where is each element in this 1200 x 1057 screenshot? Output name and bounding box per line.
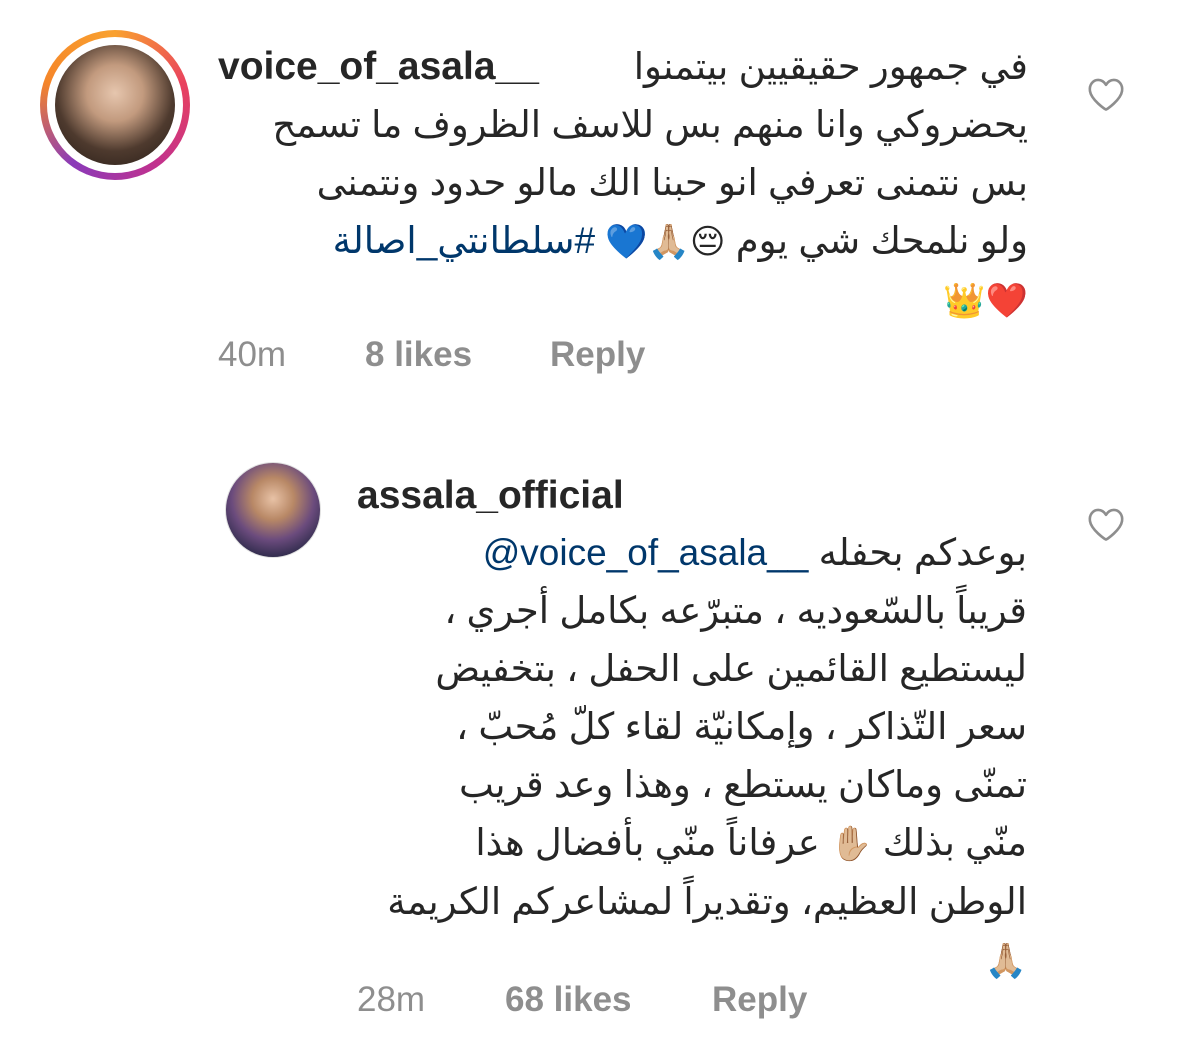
comment-assala-official: assala_official بوعدكم بحفله @voice_of_a… — [0, 440, 1200, 1040]
avatar[interactable] — [55, 45, 175, 165]
comment-text-line: تمنّى وماكان يستطع ، وهذا وعد قريب — [458, 764, 1027, 805]
comment-text-line-5: ❤️👑 — [218, 271, 1028, 330]
comment-text-line: ليستطيع القائمين على الحفل ، بتخفيض — [435, 648, 1027, 689]
comment-text-line: سعر التّذاكر ، وإمكانيّة لقاء كلّ مُحبّ … — [456, 706, 1027, 747]
comment-text: منّي بذلك — [882, 822, 1027, 863]
pray-emoji: 🙏🏼 — [984, 941, 1027, 981]
likes-count[interactable]: 68 likes — [505, 980, 712, 1020]
comment-text: ولو نلمحك شي يوم — [735, 220, 1028, 261]
comment-voice-of-asala: voice_of_asala__ في جمهور حقيقيين بيتمنو… — [0, 0, 1200, 400]
comment-meta: 40m 8 likes Reply — [218, 335, 645, 375]
mention-link[interactable]: @voice_of_asala__ — [483, 532, 809, 573]
comment-text-line: بس نتمنى تعرفي انو حبنا الك مالو حدود ون… — [316, 162, 1028, 203]
like-heart-icon[interactable] — [1086, 506, 1126, 542]
comment-body: assala_official بوعدكم بحفله @voice_of_a… — [357, 470, 1027, 990]
reply-button[interactable]: Reply — [712, 980, 807, 1020]
reply-button[interactable]: Reply — [550, 335, 645, 375]
emojis-sad-pray-blue-heart: 😔🙏🏼💙 — [605, 222, 726, 262]
timestamp: 40m — [218, 335, 287, 374]
username[interactable]: assala_official — [357, 470, 1027, 522]
comment-text: عرفاناً منّي بأفضال هذا — [475, 822, 820, 863]
raised-hand-emoji: ✋🏼 — [830, 824, 873, 864]
timestamp: 28m — [357, 980, 426, 1019]
comment-text-line: يحضروكي وانا منهم بس للاسف الظروف ما تسم… — [272, 104, 1028, 145]
username[interactable]: voice_of_asala__ — [218, 41, 539, 93]
avatar[interactable] — [225, 462, 321, 558]
comment-text-line-4: ولو نلمحك شي يوم 😔🙏🏼💙 #سلطانتي_اصالة — [218, 212, 1028, 271]
comment-text: بوعدكم بحفله — [818, 532, 1027, 573]
comment-text-line-1: بوعدكم بحفله @voice_of_asala__ — [357, 524, 1027, 582]
emojis-heart-crown: ❤️👑 — [943, 281, 1028, 321]
comment-meta: 28m 68 likes Reply — [357, 980, 807, 1020]
comment-body: voice_of_asala__ في جمهور حقيقيين بيتمنو… — [218, 38, 1028, 330]
comment-text-line: في جمهور حقيقيين بيتمنوا — [633, 46, 1028, 87]
comment-text-line: الوطن العظيم، وتقديراً لمشاعركم الكريمة — [387, 881, 1027, 922]
comment-text-line-6: منّي بذلك ✋🏼 عرفاناً منّي بأفضال هذا — [357, 814, 1027, 873]
comment-text-line: قريباً بالسّعوديه ، متبرّعه بكامل أجري ، — [444, 590, 1027, 631]
hashtag-link[interactable]: #سلطانتي_اصالة — [333, 220, 595, 261]
like-heart-icon[interactable] — [1086, 76, 1126, 112]
likes-count[interactable]: 8 likes — [365, 335, 550, 375]
